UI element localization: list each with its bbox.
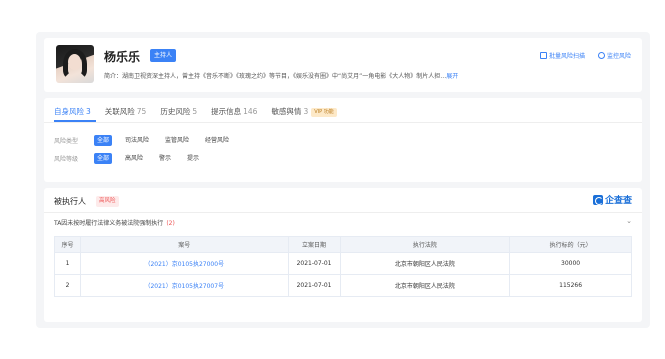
subsection-count: (2): [166, 220, 175, 227]
cell-court: 北京市朝阳区人民法院: [339, 252, 511, 275]
tab-count: 3: [86, 107, 91, 116]
chip-all[interactable]: 全部: [94, 152, 113, 164]
eye-icon: [598, 52, 605, 59]
col-header: 执行标的（元）: [509, 236, 632, 253]
table-row: 2 （2021）京0105执27007号 2021-07-01 北京市朝阳区人民…: [54, 274, 632, 297]
tab-related-risk[interactable]: 关联风险 75: [105, 106, 147, 120]
divider: [44, 212, 642, 213]
brand-name: 企查查: [604, 196, 632, 206]
filter-risk-level: 风险等级 全部 高风险 警示 提示: [54, 152, 212, 164]
chip-regulatory[interactable]: 监管风险: [162, 135, 192, 146]
risk-card: 杨乐乐 主持人 简介：湖南卫视资深主持人，曾主持《音乐不断》《玫瑰之约》等节目，…: [36, 32, 650, 328]
cell-date: 2021-07-01: [287, 252, 341, 275]
tab-label: 历史风险: [160, 107, 191, 116]
cell-amount: 115266: [509, 274, 632, 297]
chip-high-risk[interactable]: 高风险: [122, 153, 146, 164]
intro-body: 简介：湖南卫视资深主持人，曾主持《音乐不断》《玫瑰之约》等节目，《娱乐没有圈》中…: [104, 73, 447, 80]
case-number-link[interactable]: （2021）京0105执27000号: [79, 252, 289, 275]
page: 杨乐乐 主持人 简介：湖南卫视资深主持人，曾主持《音乐不断》《玫瑰之约》等节目，…: [0, 0, 665, 359]
risk-panel: 自身风险 3 关联风险 75 历史风险 5 提示信息 146 敏感舆情 3 VIP 功能 风…: [44, 98, 642, 182]
avatar[interactable]: [56, 45, 94, 83]
cell-court: 北京市朝阳区人民法院: [339, 274, 511, 297]
tab-label: 自身风险: [54, 107, 84, 116]
case-number-link[interactable]: （2021）京0105执27007号: [79, 274, 289, 297]
tab-notice-info[interactable]: 提示信息 146: [211, 106, 257, 120]
tab-count: 5: [192, 107, 198, 116]
executed-person-panel: 被执行人 高风险 企查查 TA因未按时履行法律义务被法院强制执行 (2) ⌄ 序号…: [44, 188, 642, 322]
profile-header: 杨乐乐 主持人 简介：湖南卫视资深主持人，曾主持《音乐不断》《玫瑰之约》等节目，…: [44, 38, 642, 92]
chip-judicial[interactable]: 司法风险: [122, 135, 152, 146]
qcc-logo-icon: [592, 194, 603, 205]
executed-table: 序号 案号 立案日期 执行法院 执行标的（元） 1 （2021）京0105执27…: [54, 236, 632, 297]
cell-date: 2021-07-01: [287, 274, 341, 297]
cell-index: 2: [54, 274, 81, 297]
table-header-row: 序号 案号 立案日期 执行法院 执行标的（元）: [54, 236, 632, 253]
tab-label: 关联风险: [104, 107, 135, 116]
cell-index: 1: [54, 252, 81, 275]
vip-badge: VIP 功能: [311, 108, 337, 117]
brand-logo: 企查查: [592, 193, 632, 206]
col-header: 序号: [54, 236, 81, 253]
tab-count: 146: [243, 107, 258, 116]
tab-self-risk[interactable]: 自身风险 3: [54, 106, 91, 120]
cell-amount: 30000: [509, 252, 632, 275]
intro-text: 简介：湖南卫视资深主持人，曾主持《音乐不断》《玫瑰之约》等节目，《娱乐没有圈》中…: [104, 71, 458, 80]
monitor-link[interactable]: 监控风险: [598, 51, 631, 60]
tab-label: 敏感舆情: [271, 107, 302, 116]
risk-tabs: 自身风险 3 关联风险 75 历史风险 5 提示信息 146 敏感舆情 3 VIP 功能: [54, 106, 351, 120]
filter-label: 风险等级: [54, 155, 79, 163]
risk-level-badge: 高风险: [96, 196, 119, 207]
subsection-title[interactable]: TA因未按时履行法律义务被法院强制执行 (2): [54, 218, 175, 227]
tab-count: 75: [136, 107, 147, 116]
batch-scan-label: 批量风险扫描: [549, 53, 586, 60]
monitor-label: 监控风险: [607, 53, 632, 60]
intro-expand-link[interactable]: 展开: [446, 73, 458, 80]
tab-label: 提示信息: [211, 107, 242, 116]
col-header: 执行法院: [339, 236, 511, 253]
person-name: 杨乐乐: [104, 50, 141, 64]
subsection-text: TA因未按时履行法律义务被法院强制执行: [54, 220, 164, 227]
table-row: 1 （2021）京0105执27000号 2021-07-01 北京市朝阳区人民…: [54, 252, 632, 275]
scan-icon: [540, 52, 547, 59]
filter-risk-type: 风险类型 全部 司法风险 监管风险 经营风险: [54, 134, 242, 146]
filter-label: 风险类型: [54, 137, 79, 145]
chip-hint[interactable]: 提示: [184, 153, 202, 164]
chip-warning[interactable]: 警示: [156, 153, 174, 164]
tab-count: 3: [303, 107, 309, 116]
col-header: 案号: [79, 236, 289, 253]
chip-operating[interactable]: 经营风险: [202, 135, 232, 146]
tab-sensitive-news[interactable]: 敏感舆情 3 VIP 功能: [271, 106, 337, 120]
col-header: 立案日期: [287, 236, 341, 253]
avatar-face: [68, 54, 81, 70]
role-badge: 主持人: [150, 49, 177, 62]
batch-scan-link[interactable]: 批量风险扫描: [540, 51, 585, 60]
section-title: 被执行人: [54, 197, 86, 206]
chevron-down-icon[interactable]: ⌄: [626, 217, 632, 225]
divider: [44, 122, 642, 123]
tab-history-risk[interactable]: 历史风险 5: [160, 106, 197, 120]
chip-all[interactable]: 全部: [94, 134, 113, 146]
